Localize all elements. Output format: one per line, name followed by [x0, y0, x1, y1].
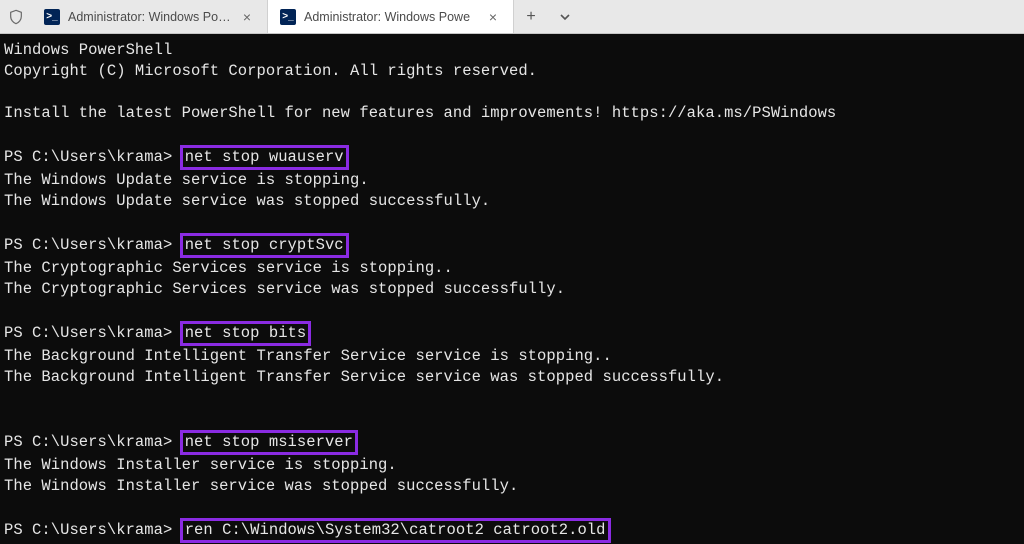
command-highlight: net stop msiserver: [180, 430, 358, 455]
tab-bar: >_ Administrator: Windows Power × >_ Adm…: [0, 0, 1024, 34]
prompt: PS C:\Users\krama>: [4, 521, 182, 539]
tab-dropdown-button[interactable]: [548, 0, 582, 33]
app-window: >_ Administrator: Windows Power × >_ Adm…: [0, 0, 1024, 544]
output-line: The Background Intelligent Transfer Serv…: [4, 347, 612, 365]
output-line: The Cryptographic Services service is st…: [4, 259, 453, 277]
command-highlight: net stop bits: [180, 321, 312, 346]
ps-install-hint: Install the latest PowerShell for new fe…: [4, 104, 836, 122]
tab-active[interactable]: >_ Administrator: Windows Powe ×: [268, 0, 514, 33]
ps-copyright: Copyright (C) Microsoft Corporation. All…: [4, 62, 537, 80]
output-line: The Windows Installer service was stoppe…: [4, 477, 518, 495]
output-line: The Cryptographic Services service was s…: [4, 280, 565, 298]
prompt: PS C:\Users\krama>: [4, 236, 182, 254]
output-line: The Windows Update service is stopping.: [4, 171, 369, 189]
close-icon[interactable]: ×: [485, 9, 501, 25]
prompt: PS C:\Users\krama>: [4, 433, 182, 451]
tab-inactive[interactable]: >_ Administrator: Windows Power ×: [32, 0, 268, 33]
terminal-output[interactable]: Windows PowerShell Copyright (C) Microso…: [0, 34, 1024, 544]
tab-title: Administrator: Windows Powe: [304, 10, 477, 24]
ps-header: Windows PowerShell: [4, 41, 172, 59]
powershell-icon: >_: [280, 9, 296, 25]
output-line: The Background Intelligent Transfer Serv…: [4, 368, 724, 386]
prompt: PS C:\Users\krama>: [4, 148, 182, 166]
new-tab-button[interactable]: +: [514, 0, 548, 33]
command-highlight: ren C:\Windows\System32\catroot2 catroot…: [180, 518, 611, 543]
shield-icon: [0, 0, 32, 33]
command-highlight: net stop wuauserv: [180, 145, 349, 170]
tab-title: Administrator: Windows Power: [68, 10, 231, 24]
output-line: The Windows Installer service is stoppin…: [4, 456, 397, 474]
powershell-icon: >_: [44, 9, 60, 25]
prompt: PS C:\Users\krama>: [4, 324, 182, 342]
output-line: The Windows Update service was stopped s…: [4, 192, 490, 210]
close-icon[interactable]: ×: [239, 9, 255, 25]
command-highlight: net stop cryptSvc: [180, 233, 349, 258]
